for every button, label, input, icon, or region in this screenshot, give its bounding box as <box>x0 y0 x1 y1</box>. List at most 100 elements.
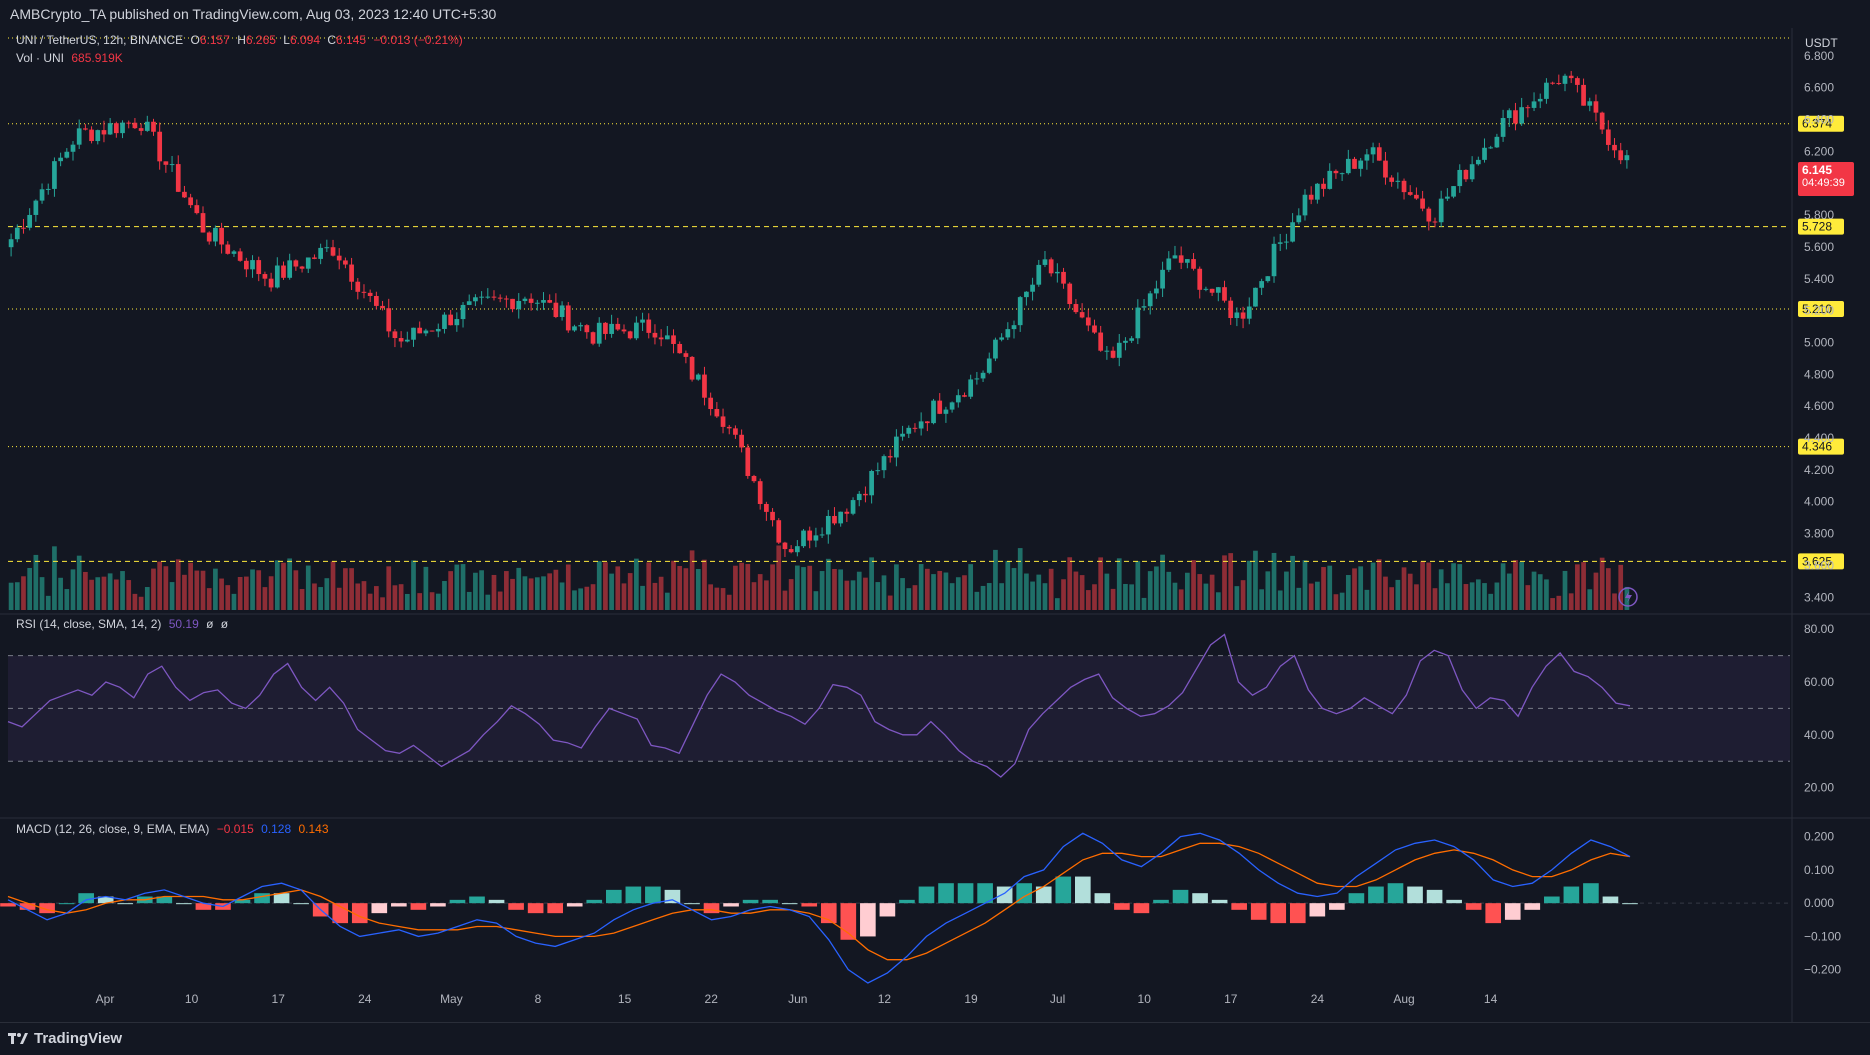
time-tick-label[interactable]: 17 <box>272 992 286 1006</box>
macd-hist-bar <box>1114 903 1130 910</box>
volume-bar <box>194 570 200 610</box>
chart-canvas[interactable]: 6.3745.7285.2104.3463.625 80.0060.0040.0… <box>0 28 1870 1022</box>
macd-hist-bar <box>625 886 642 904</box>
candle-body <box>962 395 967 397</box>
candle-body <box>1494 136 1500 148</box>
currency-label[interactable]: USDT <box>1802 35 1841 51</box>
time-tick-label[interactable]: 12 <box>878 992 892 1006</box>
volume-bar <box>510 578 515 610</box>
time-tick-label[interactable]: Aug <box>1393 992 1414 1006</box>
time-tick-label[interactable]: 14 <box>1484 992 1498 1006</box>
volume-bar <box>1525 585 1531 610</box>
volume-bar <box>720 588 726 610</box>
volume-bar <box>1531 571 1537 610</box>
volume-bar <box>64 589 70 610</box>
tradingview-logo[interactable]: TradingView <box>8 1030 122 1047</box>
volume-bar <box>274 560 280 610</box>
time-tick-label[interactable]: 8 <box>535 992 542 1006</box>
candle-body <box>1463 169 1469 180</box>
macd-hist-bar <box>1368 886 1384 904</box>
time-tick-label[interactable]: 10 <box>185 992 199 1006</box>
candle-body <box>1593 101 1599 113</box>
time-tick-label[interactable]: 22 <box>705 992 719 1006</box>
change-value: −0.013 (−0.21%) <box>373 33 463 47</box>
candle-body <box>1414 194 1419 199</box>
macd-tick-label: 0.000 <box>1804 896 1834 910</box>
volume-bar <box>466 591 472 610</box>
candle-body <box>262 274 268 279</box>
candle-body <box>256 260 262 275</box>
volume-bar <box>1315 581 1320 610</box>
macd-hist-bar <box>566 903 583 907</box>
volume-bar <box>1147 571 1153 610</box>
volume-bar <box>553 569 559 610</box>
candle-body <box>534 302 540 304</box>
candle-body <box>1624 155 1630 161</box>
publisher-credit: AMBCrypto_TA published on TradingView.co… <box>10 6 497 22</box>
volume-bar <box>1240 580 1246 610</box>
volume-bar <box>1370 562 1376 610</box>
volume-bar <box>45 595 51 610</box>
volume-bar <box>1135 561 1141 610</box>
time-tick-label[interactable]: Jul <box>1050 992 1065 1006</box>
candle-body <box>1469 164 1475 180</box>
macd-hist-bar <box>293 903 309 905</box>
candle-body <box>1513 110 1518 124</box>
time-tick-label[interactable]: 17 <box>1224 992 1238 1006</box>
macd-hist-bar <box>1622 903 1638 905</box>
volume-bar <box>95 577 101 610</box>
candle-body <box>819 534 825 536</box>
time-tick-label[interactable]: Jun <box>788 992 807 1006</box>
candle-body <box>442 314 447 329</box>
volume-bar <box>1222 555 1227 610</box>
macd-line-value: 0.128 <box>261 822 292 836</box>
candle-body <box>615 323 621 330</box>
volume-bar <box>664 592 670 610</box>
time-tick-label[interactable]: May <box>440 992 463 1006</box>
volume-bar <box>1116 558 1122 610</box>
macd-hist-bar <box>1504 903 1521 920</box>
volume-bar <box>120 571 125 610</box>
macd-hist-bar <box>1465 903 1482 910</box>
volume-bar <box>318 587 323 610</box>
macd-hist-bar <box>957 883 974 904</box>
candle-body <box>33 200 39 215</box>
candle-body <box>1253 287 1258 307</box>
candle-body <box>1575 78 1580 85</box>
macd-hist-bar <box>899 899 915 904</box>
macd-hist-value: −0.015 <box>216 822 254 836</box>
volume-bar <box>293 570 299 610</box>
candle-body <box>646 319 652 333</box>
macd-hist-bar <box>781 903 798 905</box>
volume-bar <box>126 580 132 610</box>
candle-body <box>813 535 819 541</box>
macd-hist-bar <box>1544 896 1560 904</box>
rsi-value: 50.19 <box>168 617 199 631</box>
time-tick-label[interactable]: 10 <box>1138 992 1152 1006</box>
candle-body <box>1438 198 1444 223</box>
candle-body <box>887 456 893 458</box>
time-tick-label[interactable]: Apr <box>96 992 115 1006</box>
volume-bar <box>646 562 652 610</box>
candle-body <box>497 297 503 299</box>
candle-body <box>1129 338 1134 341</box>
time-tick-label[interactable]: 24 <box>358 992 372 1006</box>
candle-body <box>776 520 782 543</box>
time-tick-label[interactable]: 19 <box>964 992 978 1006</box>
candle-body <box>182 191 187 198</box>
candle-body <box>1234 312 1240 319</box>
candle-body <box>1098 332 1104 351</box>
candle-body <box>305 257 311 269</box>
volume-bar <box>138 596 144 610</box>
volume-bar <box>404 593 410 610</box>
time-tick-label[interactable]: 15 <box>618 992 632 1006</box>
volume-bar <box>838 569 844 610</box>
volume-bar <box>14 582 20 610</box>
macd-legend: MACD (12, 26, close, 9, EMA, EMA) −0.015… <box>16 822 333 836</box>
volume-bar <box>188 562 193 610</box>
candle-body <box>1389 177 1395 182</box>
candle-body <box>1420 198 1425 209</box>
candle-body <box>695 374 701 380</box>
time-tick-label[interactable]: 24 <box>1311 992 1325 1006</box>
l-label: L <box>283 33 290 47</box>
